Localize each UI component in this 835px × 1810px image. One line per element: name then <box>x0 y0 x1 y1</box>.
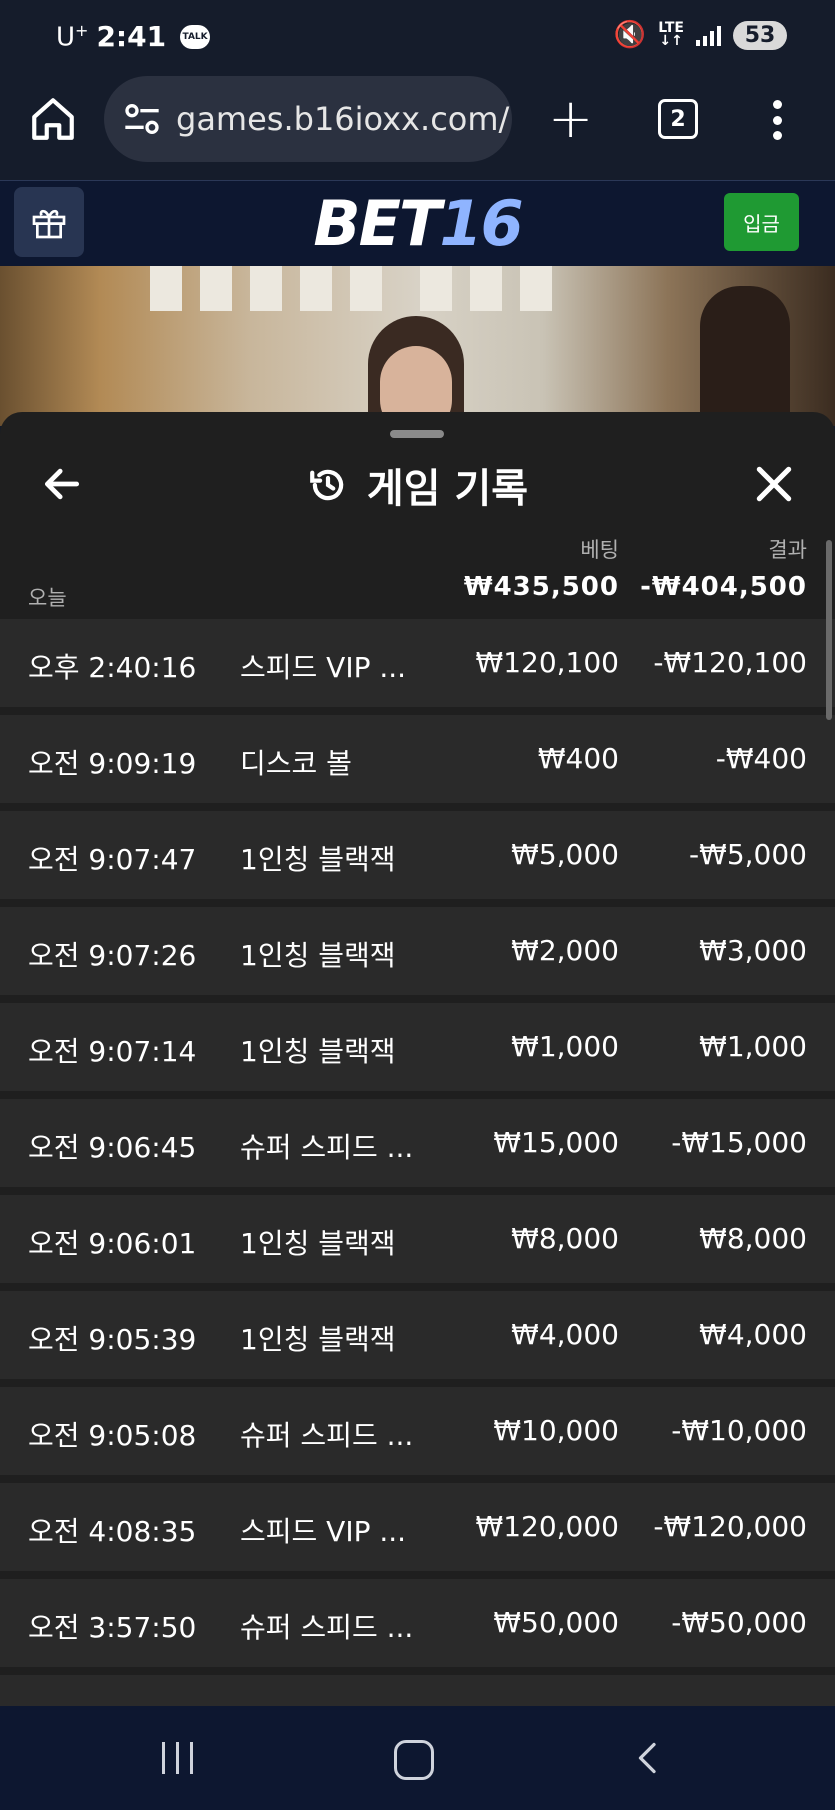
row-bet: ₩120,100 <box>475 646 619 679</box>
total-bet: ₩435,500 <box>463 572 619 602</box>
browser-toolbar: games.b16ioxx.com/ + 2 <box>0 72 835 180</box>
sheet-header: 게임 기록 <box>0 456 835 514</box>
row-game: 1인칭 블랙잭 <box>240 1035 396 1068</box>
row-bet: ₩120,000 <box>475 1510 619 1543</box>
new-tab-icon[interactable]: + <box>548 92 593 146</box>
carrier-label: U+ <box>56 20 89 53</box>
row-game: 1인칭 블랙잭 <box>240 843 396 876</box>
row-result: -₩120,100 <box>653 646 807 679</box>
more-vert-icon[interactable] <box>772 100 782 140</box>
close-icon[interactable] <box>752 462 796 506</box>
battery-indicator: 53 <box>733 20 787 50</box>
history-row[interactable]: 오전 9:07:14 1인칭 블랙잭 ₩1,000 ₩1,000 <box>0 1003 835 1091</box>
tune-icon[interactable] <box>122 99 162 139</box>
history-row[interactable]: 오전 9:06:01 1인칭 블랙잭 ₩8,000 ₩8,000 <box>0 1195 835 1283</box>
row-bet: ₩1,000 <box>511 1030 619 1063</box>
row-game: 슈퍼 스피드 ... <box>240 1131 414 1164</box>
history-row[interactable]: 오전 9:07:26 1인칭 블랙잭 ₩2,000 ₩3,000 <box>0 907 835 995</box>
site-header: BET16 입금 <box>0 180 835 267</box>
signal-icon <box>696 24 721 46</box>
row-time: 오전 9:06:01 <box>28 1227 197 1260</box>
history-row[interactable]: 오전 9:07:47 1인칭 블랙잭 ₩5,000 -₩5,000 <box>0 811 835 899</box>
row-time: 오전 9:07:26 <box>28 939 197 972</box>
row-result: -₩120,000 <box>653 1510 807 1543</box>
site-logo[interactable]: BET16 <box>0 187 835 260</box>
address-bar[interactable]: games.b16ioxx.com/ <box>104 76 512 162</box>
row-bet: ₩2,000 <box>511 934 619 967</box>
total-result: -₩404,500 <box>640 572 807 602</box>
page-title: 게임 기록 <box>366 466 529 512</box>
row-bet: ₩50,000 <box>493 1606 619 1639</box>
scrollbar[interactable] <box>826 540 832 720</box>
row-result: -₩5,000 <box>689 838 807 871</box>
history-icon <box>310 469 344 501</box>
lte-icon: LTE ↓↑ <box>658 20 684 49</box>
history-row[interactable]: 오후 2:40:16 스피드 VIP ... ₩120,100 -₩120,100 <box>0 619 835 707</box>
system-nav-bar <box>0 1706 835 1810</box>
row-time: 오전 9:07:47 <box>28 843 197 876</box>
home-icon[interactable] <box>28 94 78 144</box>
bet-column-header: 베팅 <box>580 538 619 562</box>
nav-back-icon[interactable] <box>630 1740 666 1776</box>
row-result: ₩3,000 <box>699 934 807 967</box>
row-time: 오전 4:08:35 <box>28 1515 197 1548</box>
row-game: 스피드 VIP ... <box>240 1515 407 1548</box>
history-row-partial[interactable] <box>0 1675 835 1706</box>
row-result: -₩10,000 <box>671 1414 807 1447</box>
drag-handle[interactable] <box>390 430 444 438</box>
row-result: -₩50,000 <box>671 1606 807 1639</box>
row-time: 오전 9:07:14 <box>28 1035 197 1068</box>
row-result: ₩1,000 <box>699 1030 807 1063</box>
row-game: 슈퍼 스피드 ... <box>240 1611 414 1644</box>
row-bet: ₩400 <box>537 742 619 775</box>
row-bet: ₩5,000 <box>511 838 619 871</box>
row-result: ₩4,000 <box>699 1318 807 1351</box>
row-result: ₩8,000 <box>699 1222 807 1255</box>
history-row[interactable]: 오전 9:09:19 디스코 볼 ₩400 -₩400 <box>0 715 835 803</box>
recents-icon[interactable] <box>162 1742 193 1774</box>
row-bet: ₩10,000 <box>493 1414 619 1447</box>
row-time: 오전 9:05:08 <box>28 1419 197 1452</box>
status-time: 2:41 <box>96 20 167 53</box>
row-result: -₩400 <box>715 742 807 775</box>
history-row[interactable]: 오전 3:57:50 슈퍼 스피드 ... ₩50,000 -₩50,000 <box>0 1579 835 1667</box>
row-game: 슈퍼 스피드 ... <box>240 1419 414 1452</box>
row-time: 오전 9:09:19 <box>28 747 197 780</box>
result-column-header: 결과 <box>768 538 807 562</box>
nav-home-icon[interactable] <box>394 1740 434 1780</box>
history-row[interactable]: 오전 4:08:35 스피드 VIP ... ₩120,000 -₩120,000 <box>0 1483 835 1571</box>
deposit-button[interactable]: 입금 <box>724 193 799 251</box>
url-text: games.b16ioxx.com/ <box>176 100 510 138</box>
row-game: 1인칭 블랙잭 <box>240 1227 396 1260</box>
history-row[interactable]: 오전 9:05:08 슈퍼 스피드 ... ₩10,000 -₩10,000 <box>0 1387 835 1475</box>
row-game: 1인칭 블랙잭 <box>240 1323 396 1356</box>
kakaotalk-icon: TALK <box>180 24 211 49</box>
tabs-icon[interactable]: 2 <box>658 99 698 139</box>
history-row[interactable]: 오전 9:05:39 1인칭 블랙잭 ₩4,000 ₩4,000 <box>0 1291 835 1379</box>
day-label: 오늘 <box>28 586 67 610</box>
game-history-sheet: 게임 기록 베팅 결과 오늘 ₩435,500 -₩404,500 오후 2:4… <box>0 412 835 1706</box>
status-bar: U+ 2:41 TALK 🔇 LTE ↓↑ 53 <box>0 0 835 72</box>
row-game: 디스코 볼 <box>240 747 352 780</box>
live-video-background <box>0 266 835 426</box>
history-list: 오후 2:40:16 스피드 VIP ... ₩120,100 -₩120,100 오… <box>0 619 835 1706</box>
row-time: 오전 9:06:45 <box>28 1131 197 1164</box>
mute-icon: 🔇 <box>613 20 647 50</box>
row-time: 오전 3:57:50 <box>28 1611 197 1644</box>
row-bet: ₩15,000 <box>493 1126 619 1159</box>
row-bet: ₩8,000 <box>511 1222 619 1255</box>
row-game: 스피드 VIP ... <box>240 651 407 684</box>
row-time: 오후 2:40:16 <box>28 651 197 684</box>
row-game: 1인칭 블랙잭 <box>240 939 396 972</box>
row-time: 오전 9:05:39 <box>28 1323 197 1356</box>
row-result: -₩15,000 <box>671 1126 807 1159</box>
row-bet: ₩4,000 <box>511 1318 619 1351</box>
history-row[interactable]: 오전 9:06:45 슈퍼 스피드 ... ₩15,000 -₩15,000 <box>0 1099 835 1187</box>
